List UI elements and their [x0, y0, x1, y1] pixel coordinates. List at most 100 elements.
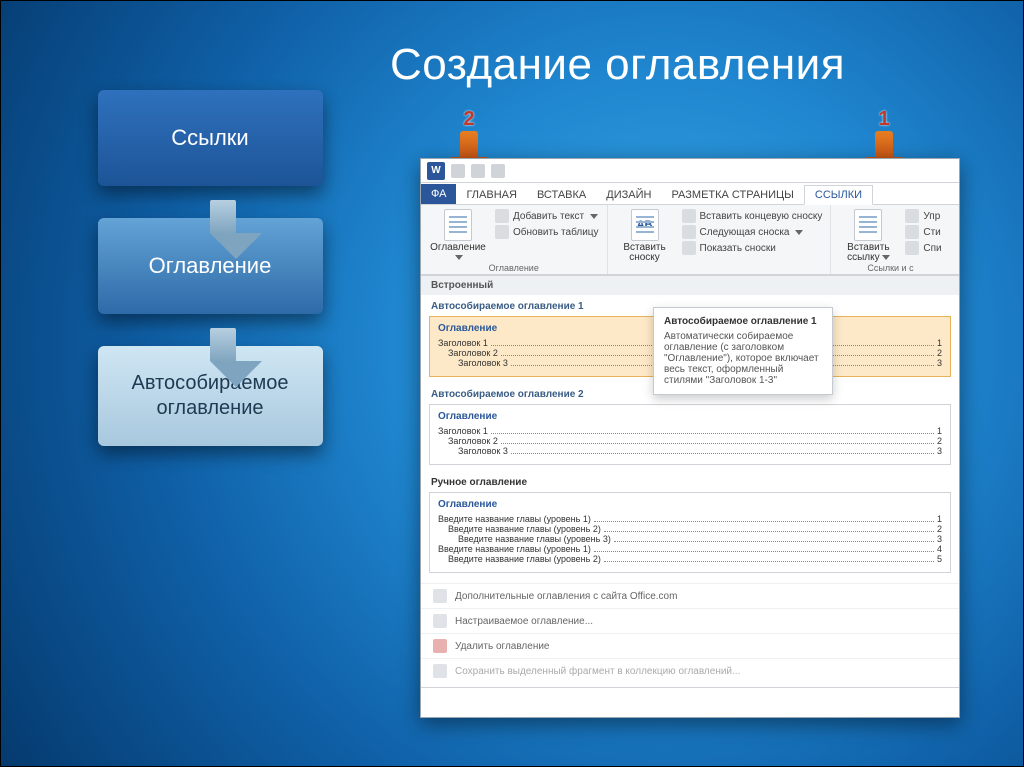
cmd-label: Удалить оглавление	[455, 641, 550, 652]
tab-home[interactable]: ГЛАВНАЯ	[456, 186, 526, 204]
save-gallery-icon	[433, 664, 447, 678]
toc-entry: Введите название главы (уровень 3)	[458, 534, 611, 544]
toc-entry: Заголовок 3	[458, 446, 508, 456]
ribbon: Оглавление Добавить текст Обновить табли…	[421, 205, 959, 275]
tab-references[interactable]: ССЫЛКИ	[804, 185, 873, 205]
toc-page: 3	[937, 446, 942, 456]
button-label: Показать сноски	[700, 243, 776, 254]
style-button[interactable]: Сти	[905, 225, 941, 239]
gallery-header: Встроенный	[421, 275, 959, 295]
bibliography-button[interactable]: Спи	[905, 241, 941, 255]
toc-page: 1	[937, 514, 942, 524]
tooltip-title: Автособираемое оглавление 1	[664, 316, 822, 327]
ribbon-group-footnotes: AB Вставить сноску Вставить концевую сно…	[608, 205, 832, 274]
slide: Создание оглавления Ссылки Оглавление Ав…	[0, 0, 1024, 767]
redo-icon[interactable]	[491, 164, 505, 178]
tab-layout[interactable]: РАЗМЕТКА СТРАНИЦЫ	[661, 186, 803, 204]
footnote-ab-icon: AB	[631, 209, 659, 241]
gallery-section-label: Ручное оглавление	[421, 471, 959, 490]
delete-icon	[433, 639, 447, 653]
refresh-icon	[495, 225, 509, 239]
callout-number: 1	[878, 108, 889, 131]
style-icon	[905, 225, 919, 239]
toc-page: 5	[937, 554, 942, 564]
toc-page: 4	[937, 544, 942, 554]
gallery-item-auto2[interactable]: Оглавление Заголовок 1 1 Заголовок 2 2 Заг…	[429, 404, 951, 465]
gallery-item-manual[interactable]: Оглавление Введите название главы (урове…	[429, 492, 951, 573]
chevron-down-icon	[455, 255, 463, 260]
add-text-icon	[495, 209, 509, 223]
button-label: Упр	[923, 211, 940, 222]
more-from-office-button[interactable]: Дополнительные оглавления с сайта Office…	[421, 583, 959, 608]
chevron-down-icon	[795, 230, 803, 235]
ribbon-group-toc: Оглавление Добавить текст Обновить табли…	[421, 205, 608, 274]
toc-entry: Введите название главы (уровень 2)	[448, 554, 601, 564]
toc-entry: Заголовок 1	[438, 426, 488, 436]
group-caption: Ссылки и с	[839, 263, 941, 273]
slide-title: Создание оглавления	[390, 40, 845, 90]
toc-page: 3	[937, 534, 942, 544]
callout-2: 2	[460, 108, 478, 159]
button-label: Обновить таблицу	[513, 227, 599, 238]
list-icon	[905, 241, 919, 255]
insert-endnote-button[interactable]: Вставить концевую сноску	[682, 209, 823, 223]
next-footnote-icon	[682, 225, 696, 239]
remove-toc-button[interactable]: Удалить оглавление	[421, 633, 959, 658]
tooltip-body: Автоматически собираемое оглавление (с з…	[664, 331, 819, 386]
word-screenshot: W ФА ГЛАВНАЯ ВСТАВКА ДИЗАЙН РАЗМЕТКА СТР…	[420, 158, 960, 718]
toc-entry: Заголовок 3	[458, 358, 508, 368]
tab-insert[interactable]: ВСТАВКА	[527, 186, 596, 204]
save-icon[interactable]	[451, 164, 465, 178]
callout-arrow-icon	[875, 131, 893, 159]
save-selection-button: Сохранить выделенный фрагмент в коллекци…	[421, 658, 959, 683]
insert-citation-button[interactable]: Вставить ссылку	[839, 209, 897, 263]
quick-access-toolbar: W	[421, 159, 959, 183]
gallery-footer: Дополнительные оглавления с сайта Office…	[421, 579, 959, 687]
button-label: Спи	[923, 243, 941, 254]
office-icon	[433, 589, 447, 603]
toc-entry: Введите название главы (уровень 2)	[448, 524, 601, 534]
chevron-down-icon	[590, 214, 598, 219]
flowchart: Ссылки Оглавление Автособираемое оглавле…	[70, 90, 350, 460]
tab-file[interactable]: ФА	[421, 184, 456, 204]
toc-page: 1	[937, 426, 942, 436]
toc-entry: Введите название главы (уровень 1)	[438, 514, 591, 524]
toc-page: 2	[937, 524, 942, 534]
button-label: Добавить текст	[513, 211, 584, 222]
citation-icon	[854, 209, 882, 241]
custom-toc-button[interactable]: Настраиваемое оглавление...	[421, 608, 959, 633]
button-label: Оглавление	[430, 242, 486, 253]
toc-page: 3	[937, 358, 942, 368]
flow-node-label: Ссылки	[171, 125, 248, 151]
toc-page: 2	[937, 348, 942, 358]
toc-entry: Заголовок 2	[448, 436, 498, 446]
tooltip: Автособираемое оглавление 1 Автоматическ…	[653, 307, 833, 395]
next-footnote-button[interactable]: Следующая сноска	[682, 225, 823, 239]
ribbon-group-citations: Вставить ссылку Упр Сти Спи Ссылки и с	[831, 205, 949, 274]
undo-icon[interactable]	[471, 164, 485, 178]
button-label: Вставить концевую сноску	[700, 211, 823, 222]
toc-entry: Заголовок 2	[448, 348, 498, 358]
button-label: Сти	[923, 227, 940, 238]
toc-button[interactable]: Оглавление	[429, 209, 487, 263]
button-label: Вставить сноску	[616, 243, 674, 263]
word-logo-icon: W	[427, 162, 445, 180]
toc-page: 2	[937, 436, 942, 446]
show-notes-icon	[682, 241, 696, 255]
callout-1: 1	[875, 108, 893, 159]
toc-entry: Введите название главы (уровень 1)	[438, 544, 591, 554]
manage-sources-button[interactable]: Упр	[905, 209, 941, 223]
ribbon-tabs: ФА ГЛАВНАЯ ВСТАВКА ДИЗАЙН РАЗМЕТКА СТРАН…	[421, 183, 959, 205]
update-table-button[interactable]: Обновить таблицу	[495, 225, 599, 239]
callout-number: 2	[463, 108, 474, 131]
chevron-down-icon	[882, 255, 890, 260]
show-notes-button[interactable]: Показать сноски	[682, 241, 823, 255]
callout-arrow-icon	[460, 131, 478, 159]
insert-footnote-button[interactable]: AB Вставить сноску	[616, 209, 674, 263]
custom-toc-icon	[433, 614, 447, 628]
toc-title: Оглавление	[438, 411, 942, 422]
add-text-button[interactable]: Добавить текст	[495, 209, 599, 223]
tab-design[interactable]: ДИЗАЙН	[596, 186, 661, 204]
toc-icon	[444, 209, 472, 241]
group-caption: Оглавление	[429, 263, 599, 273]
